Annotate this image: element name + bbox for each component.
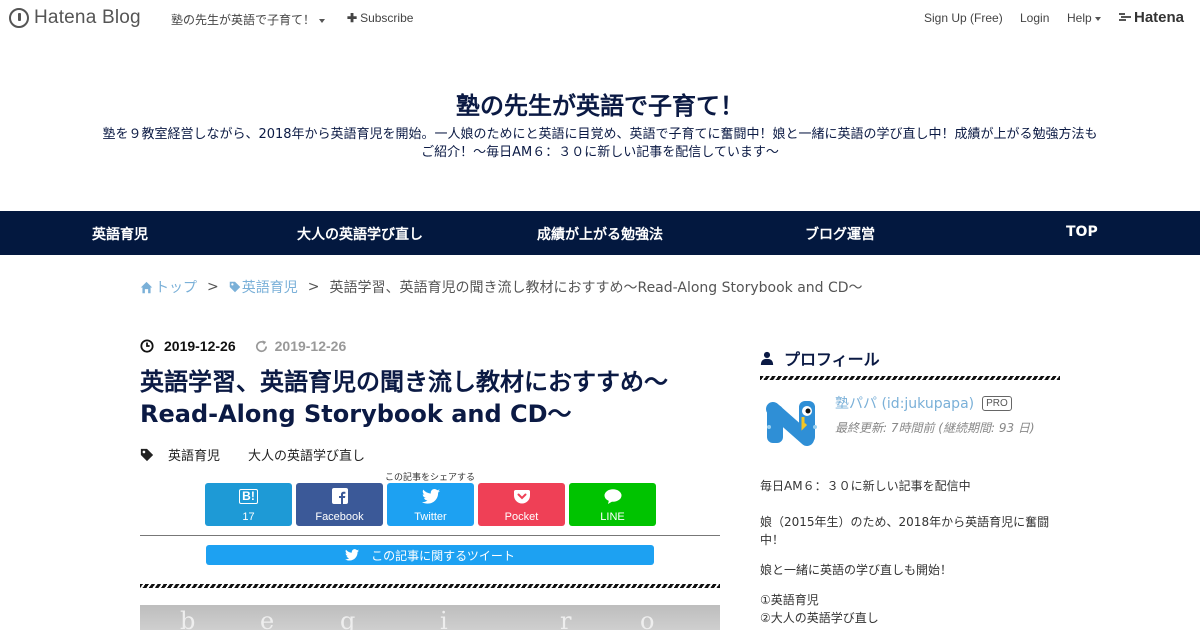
chevron-down-icon <box>1094 16 1101 21</box>
tag-icon <box>229 281 240 293</box>
hatena-blog-logo[interactable]: Hatena Blog <box>9 6 141 30</box>
striped-divider <box>760 376 1060 380</box>
entry-title[interactable]: 英語学習、英語育児の聞き流し教材におすすめ～Read-Along Storybo… <box>140 366 730 430</box>
facebook-icon <box>331 488 348 504</box>
profile-user-name: 塾パパ (id:jukupapa) <box>835 396 975 412</box>
facebook-share-button[interactable]: Facebook <box>296 483 383 526</box>
avatar[interactable] <box>763 393 821 451</box>
blog-menu-dropdown[interactable]: 塾の先生が英語で子育て！ <box>171 11 326 28</box>
tag-icon <box>140 448 154 461</box>
profile-list-item: ①英語育児 <box>760 593 819 607</box>
breadcrumb-current: 英語学習、英語育児の聞き流し教材におすすめ～Read-Along Storybo… <box>329 280 863 296</box>
category-link[interactable]: 大人の英語学び直し <box>248 445 365 464</box>
sign-up-link[interactable]: Sign Up (Free) <box>924 11 1003 25</box>
pro-badge: PRO <box>982 395 1012 411</box>
twitter-label: Twitter <box>414 511 447 523</box>
help-label: Help <box>1067 11 1092 25</box>
profile-text: 娘（2015年生）のため、2018年から英語育児に奮闘中！ <box>760 515 1050 547</box>
hatena-bookmark-share-button[interactable]: B! 17 <box>205 483 292 526</box>
home-icon <box>140 281 153 293</box>
user-icon <box>760 351 774 365</box>
facebook-label: Facebook <box>315 511 364 523</box>
profile-meta: 最終更新: 7時間前 (継続期間: 93 日) <box>835 421 1035 435</box>
updated-date: 2019-12-26 <box>274 338 347 354</box>
breadcrumb-category[interactable]: 英語育児 <box>229 277 298 297</box>
nav-item-study-methods[interactable]: 成績が上がる勉強法 <box>537 224 663 244</box>
global-nav: 英語育児 大人の英語学び直し 成績が上がる勉強法 ブログ運営 TOP <box>0 211 1200 255</box>
published-date[interactable]: 2019-12-26 <box>164 338 236 354</box>
breadcrumb-home-label: トップ <box>155 280 197 296</box>
breadcrumb-home[interactable]: トップ <box>140 277 197 297</box>
profile-user[interactable]: 塾パパ (id:jukupapa) PRO <box>835 393 1012 413</box>
chevron-down-icon <box>319 18 326 23</box>
striped-divider <box>140 584 720 588</box>
blog-menu-label: 塾の先生が英語で子育て！ <box>171 13 316 27</box>
related-tweets-label: この記事に関するツイート <box>371 548 515 563</box>
refresh-icon <box>255 339 267 352</box>
hatena-logo-text: Hatena <box>1134 9 1185 26</box>
nav-item-adult-english[interactable]: 大人の英語学び直し <box>297 224 423 244</box>
pocket-label: Pocket <box>504 511 539 523</box>
line-label: LINE <box>600 511 625 523</box>
pocket-icon <box>513 489 530 503</box>
entry-hero-image: begiro <box>140 605 720 630</box>
line-share-button[interactable]: LINE <box>569 483 656 526</box>
share-caption: この記事をシェアする <box>384 473 475 483</box>
category-link[interactable]: 英語育児 <box>168 445 220 464</box>
profile-text: 娘と一緒に英語の学び直しも開始！ <box>760 563 953 577</box>
hatena-top-bar: Hatena Blog 塾の先生が英語で子育て！ ✚ Subscribe Sign… <box>0 0 1200 36</box>
pocket-share-button[interactable]: Pocket <box>478 483 565 526</box>
hatena-logo-icon <box>1119 13 1131 22</box>
breadcrumb-separator: > <box>207 279 219 295</box>
hatena-blog-logo-icon <box>9 8 29 28</box>
profile-list-item: ②大人の英語学び直し <box>760 611 879 625</box>
login-link[interactable]: Login <box>1020 11 1049 25</box>
plus-icon: ✚ <box>347 11 358 25</box>
entry-dates: 2019-12-26 2019-12-26 <box>140 338 346 354</box>
divider <box>140 535 720 536</box>
blog-title[interactable]: 塾の先生が英語で子育て！ <box>0 86 1200 121</box>
blog-description: 塾を９教室経営しながら、2018年から英語育児を開始。一人娘のためにと英語に目覚… <box>102 127 1098 160</box>
breadcrumb-category-label: 英語育児 <box>241 280 298 296</box>
nav-item-english-parenting[interactable]: 英語育児 <box>92 224 148 244</box>
subscribe-label: Subscribe <box>360 11 414 25</box>
hatena-logo[interactable]: Hatena <box>1119 9 1184 26</box>
twitter-icon <box>345 549 360 561</box>
profile-heading-label: プロフィール <box>784 350 880 369</box>
help-menu[interactable]: Help <box>1067 11 1101 25</box>
profile-text: 毎日AM６：３０に新しい記事を配信中 <box>760 479 971 493</box>
nav-item-top[interactable]: TOP <box>1066 224 1098 240</box>
profile-heading: プロフィール <box>760 346 880 370</box>
nav-item-blog-management[interactable]: ブログ運営 <box>805 224 875 244</box>
hatena-blog-logo-text: Hatena Blog <box>34 7 141 28</box>
entry-categories: 英語育児 大人の英語学び直し <box>140 445 393 464</box>
line-icon <box>604 488 621 504</box>
breadcrumb: トップ > 英語育児 > 英語学習、英語育児の聞き流し教材におすすめ～Read-… <box>140 277 863 297</box>
hatena-bookmark-icon: B! <box>239 488 258 504</box>
twitter-icon <box>421 488 440 504</box>
breadcrumb-separator: > <box>307 279 320 295</box>
subscribe-button[interactable]: ✚ Subscribe <box>347 11 413 25</box>
related-tweets-button[interactable]: この記事に関するツイート <box>206 545 654 565</box>
twitter-share-button[interactable]: Twitter <box>387 483 474 526</box>
hatena-bookmark-count: 17 <box>242 511 255 523</box>
clock-icon <box>140 339 154 353</box>
